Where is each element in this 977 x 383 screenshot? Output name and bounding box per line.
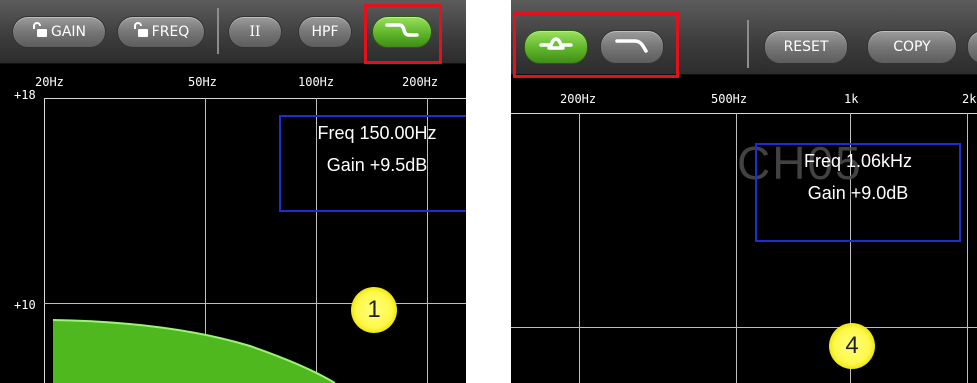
freq-tick-500hz: 500Hz (711, 92, 748, 106)
freq-tick-200hz: 200Hz (560, 92, 597, 106)
readout-gain: Gain +9.0dB (807, 183, 909, 203)
freq-tick-2k: 2k (962, 92, 977, 106)
shape-highlight-box (513, 12, 679, 78)
grid-line (967, 113, 968, 383)
readout-gain: Gain +9.5dB (326, 155, 428, 175)
left-eq-panel: GAIN FREQ II HPF 20Hz 50Hz 100Hz 200Hz +… (0, 0, 466, 383)
callout-marker: 4 (829, 323, 875, 369)
next-toolbar-button[interactable] (967, 30, 977, 64)
callout-marker: 1 (351, 287, 397, 333)
readout-freq: Freq 150.00Hz (317, 123, 437, 143)
readout-box: Freq 150.00Hz Gain +9.5dB (279, 115, 466, 212)
copy-button[interactable]: COPY (867, 30, 957, 64)
readout-box: Freq 1.06kHz Gain +9.0dB (755, 143, 961, 242)
grid-line (511, 327, 977, 328)
readout-freq: Freq 1.06kHz (803, 151, 913, 171)
grid-line (579, 113, 580, 383)
freq-tick-1k: 1k (844, 92, 859, 106)
toolbar-divider (747, 20, 749, 68)
right-eq-panel: RESET COPY 200Hz 500Hz 1k 2k CH05 Freq 1… (511, 0, 977, 383)
reset-button[interactable]: RESET (764, 30, 848, 64)
